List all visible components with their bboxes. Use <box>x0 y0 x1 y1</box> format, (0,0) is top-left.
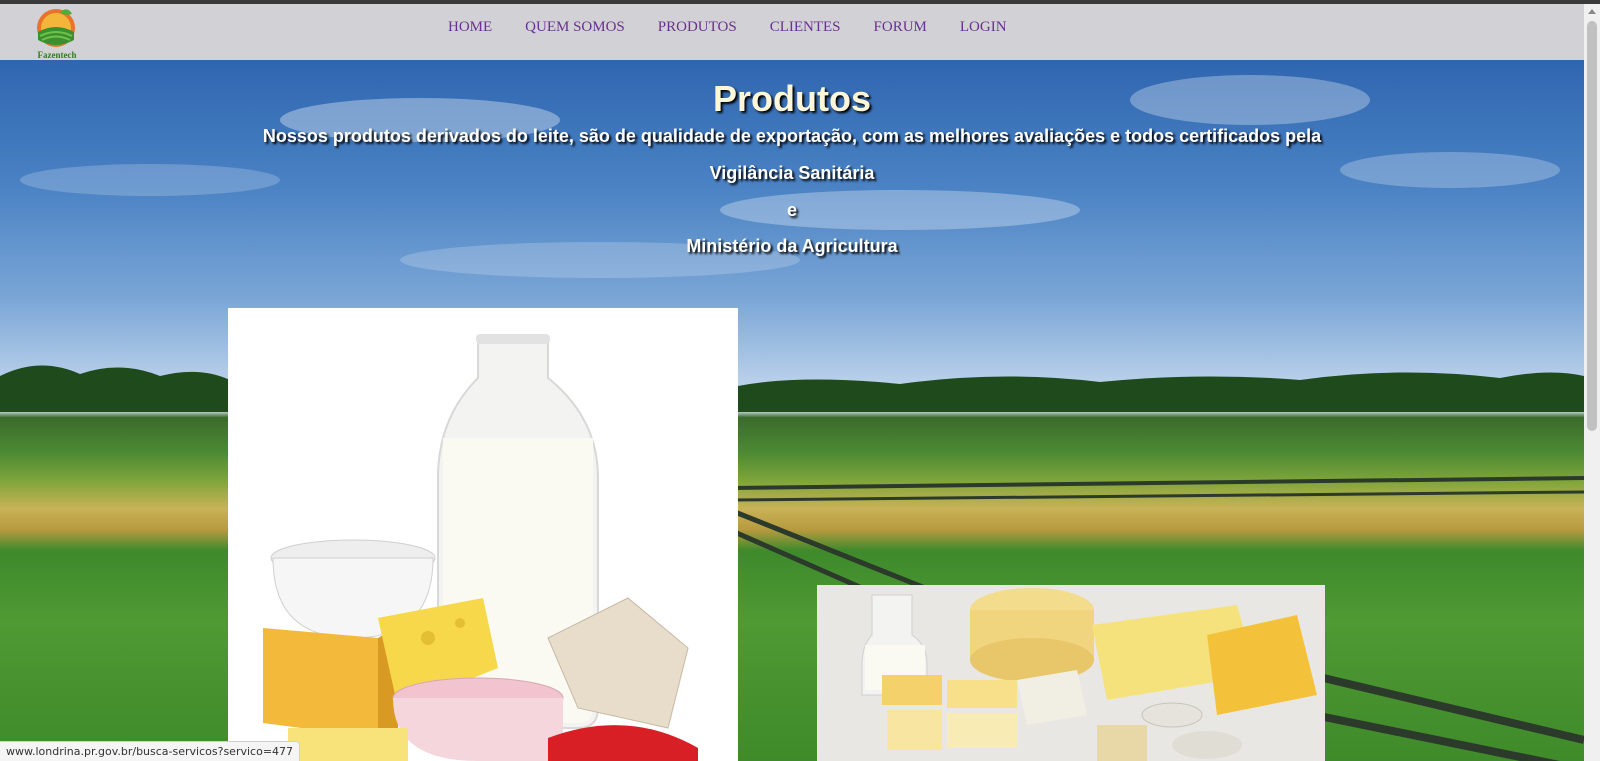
description-line-3: e <box>786 200 797 220</box>
scrollbar-thumb[interactable] <box>1587 21 1597 431</box>
nav-produtos[interactable]: PRODUTOS <box>658 19 737 36</box>
nav-clientes[interactable]: CLIENTES <box>770 19 841 36</box>
hero-section: Produtos Nossos produtos derivados do le… <box>0 60 1584 761</box>
cheese-assortment-illustration <box>817 585 1325 761</box>
product-image-cheese-assortment <box>817 585 1325 761</box>
description-line-2: Vigilância Sanitária <box>709 163 875 183</box>
vertical-scrollbar[interactable] <box>1584 4 1600 761</box>
page-title: Produtos <box>713 78 871 119</box>
logo-emblem-icon <box>37 9 75 47</box>
product-image-milk-dairy <box>228 308 738 761</box>
scroll-up-arrow-icon[interactable] <box>1588 9 1596 14</box>
status-bar-url: www.londrina.pr.gov.br/busca-servicos?se… <box>0 741 301 761</box>
milk-bottle-cheese-illustration <box>228 308 738 761</box>
nav-home[interactable]: HOME <box>448 19 492 36</box>
logo-text: Fazentech <box>37 50 77 60</box>
main-nav: HOME QUEM SOMOS PRODUTOS CLIENTES FORUM … <box>448 19 1040 36</box>
nav-login[interactable]: LOGIN <box>960 19 1007 36</box>
description-line-1: Nossos produtos derivados do leite, são … <box>262 126 1322 146</box>
description-line-4: Ministério da Agricultura <box>686 236 898 256</box>
fazentech-logo[interactable]: Fazentech <box>30 6 84 60</box>
nav-forum[interactable]: FORUM <box>874 19 927 36</box>
nav-quem-somos[interactable]: QUEM SOMOS <box>525 19 625 36</box>
site-header: Fazentech HOME QUEM SOMOS PRODUTOS CLIEN… <box>0 4 1584 60</box>
